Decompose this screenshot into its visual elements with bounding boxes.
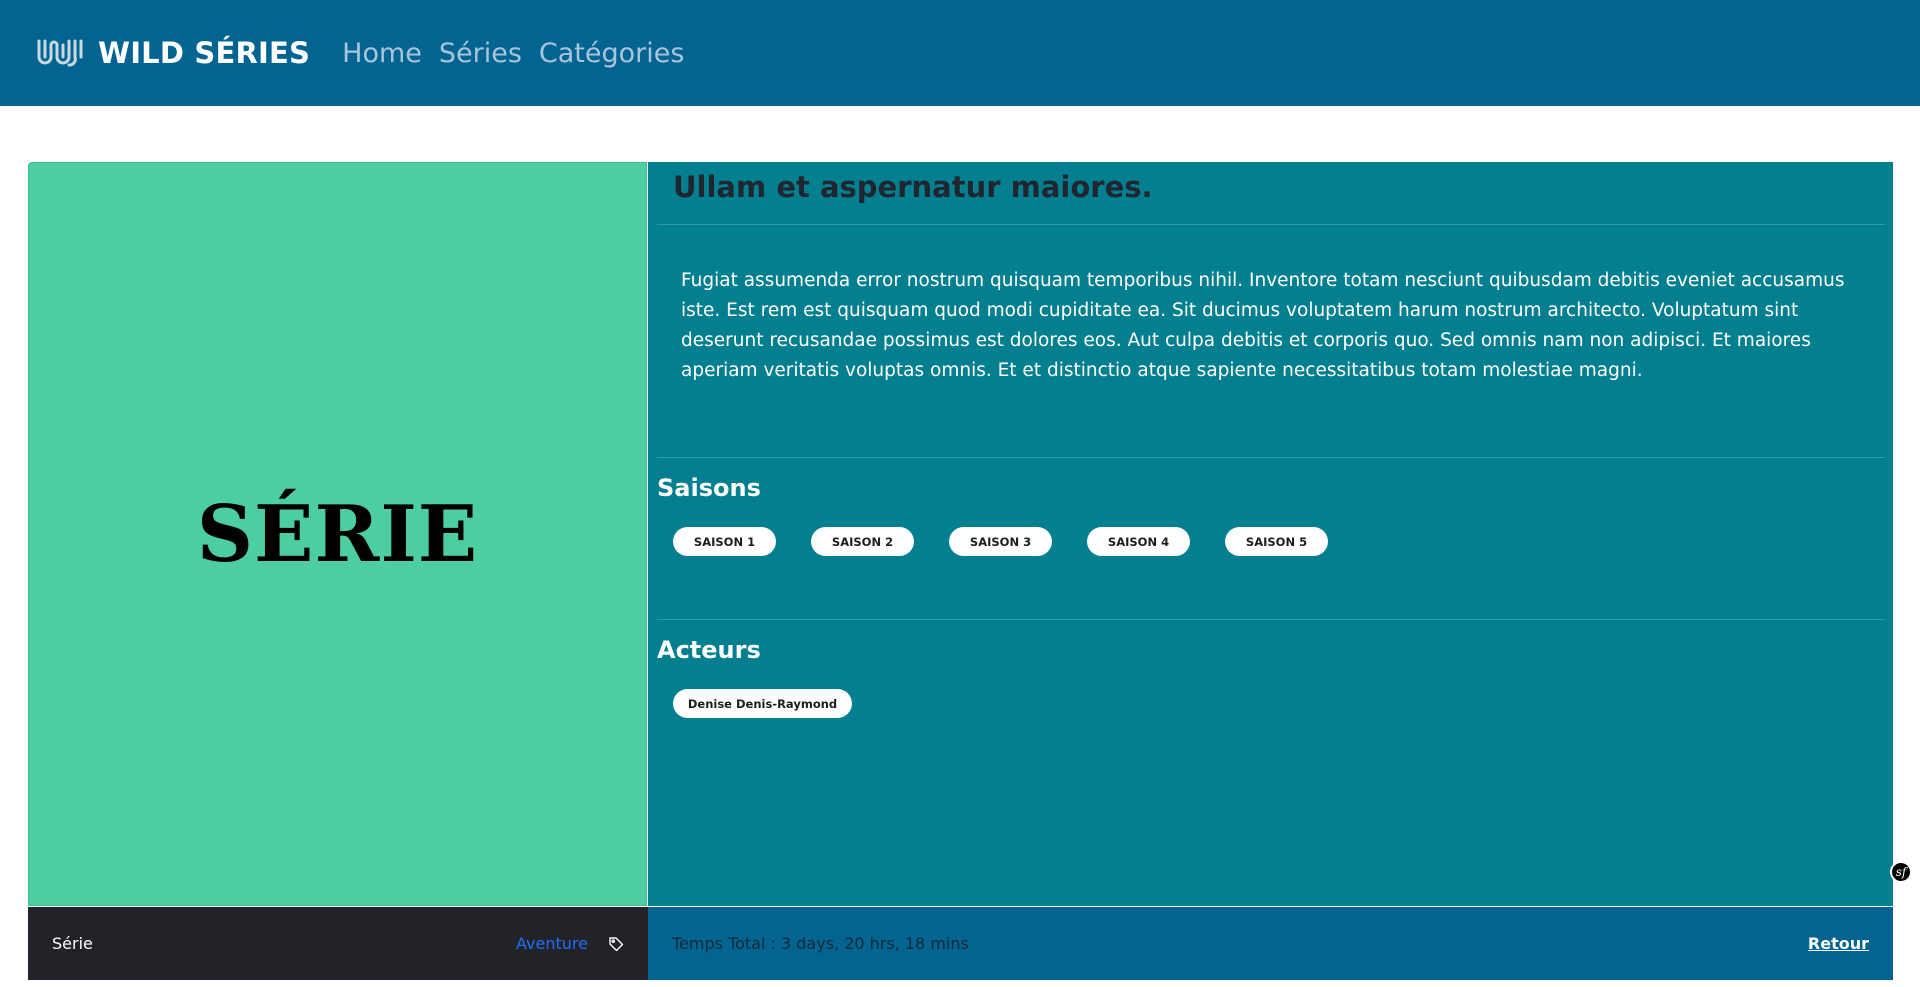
symfony-toolbar-icon[interactable]: sf bbox=[1890, 861, 1912, 883]
poster-text: SÉRIE bbox=[196, 488, 479, 580]
total-time: Temps Total : 3 days, 20 hrs, 18 mins bbox=[672, 934, 969, 953]
season-button-1[interactable]: SAISON 1 bbox=[673, 527, 776, 556]
season-button-2[interactable]: SAISON 2 bbox=[811, 527, 914, 556]
category-link[interactable]: Aventure bbox=[516, 934, 588, 953]
actor-button[interactable]: Denise Denis-Raymond bbox=[673, 689, 852, 718]
wave-w-logo-icon[interactable] bbox=[36, 35, 84, 71]
seasons-heading: Saisons bbox=[657, 474, 761, 502]
nav-link-series[interactable]: Séries bbox=[439, 38, 522, 69]
tag-icon bbox=[608, 936, 624, 952]
program-details: Ullam et aspernatur maiores. Fugiat assu… bbox=[648, 162, 1893, 906]
navbar: WILD SÉRIES Home Séries Catégories bbox=[0, 0, 1920, 106]
seasons-list: SAISON 1 SAISON 2 SAISON 3 SAISON 4 SAIS… bbox=[673, 527, 1363, 556]
divider bbox=[657, 619, 1885, 620]
season-button-5[interactable]: SAISON 5 bbox=[1225, 527, 1328, 556]
program-title: Ullam et aspernatur maiores. bbox=[673, 170, 1153, 204]
divider bbox=[657, 224, 1885, 225]
season-button-3[interactable]: SAISON 3 bbox=[949, 527, 1052, 556]
back-link[interactable]: Retour bbox=[1808, 934, 1869, 953]
season-button-4[interactable]: SAISON 4 bbox=[1087, 527, 1190, 556]
actors-list: Denise Denis-Raymond bbox=[673, 689, 887, 718]
program-type-label: Série bbox=[52, 934, 93, 953]
nav-link-categories[interactable]: Catégories bbox=[539, 38, 685, 69]
brand-title[interactable]: WILD SÉRIES bbox=[98, 36, 310, 70]
divider bbox=[657, 457, 1885, 458]
actors-heading: Acteurs bbox=[657, 636, 761, 664]
program-card: SÉRIE Ullam et aspernatur maiores. Fugia… bbox=[28, 162, 1893, 980]
program-footer-right: Temps Total : 3 days, 20 hrs, 18 mins Re… bbox=[648, 907, 1893, 980]
program-poster: SÉRIE bbox=[28, 162, 647, 906]
program-description: Fugiat assumenda error nostrum quisquam … bbox=[681, 270, 1845, 381]
nav-link-home[interactable]: Home bbox=[342, 38, 422, 69]
program-footer-left: Série Aventure bbox=[28, 907, 648, 980]
